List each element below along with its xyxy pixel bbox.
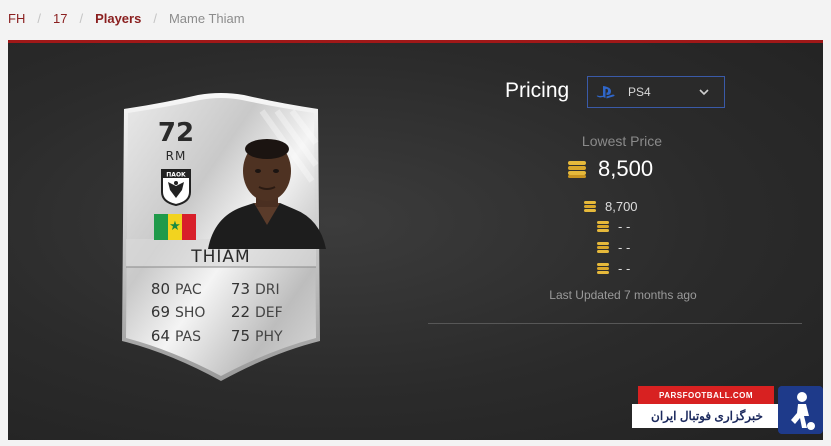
breadcrumb-separator: / xyxy=(37,10,41,26)
player-card: 72 RM ΠΑΟΚ ★ THIAM 80 PAC 73 DRI 69 SHO … xyxy=(112,91,330,383)
player-panel: 72 RM ΠΑΟΚ ★ THIAM 80 PAC 73 DRI 69 SHO … xyxy=(8,40,823,440)
coins-icon xyxy=(584,201,596,212)
breadcrumb: FH / 17 / Players / Mame Thiam xyxy=(0,0,831,36)
platform-label: PS4 xyxy=(628,85,651,99)
platform-select[interactable]: PS4 xyxy=(587,76,725,108)
player-photo xyxy=(208,139,326,249)
card-stats: 80 PAC 73 DRI 69 SHO 22 DEF 64 PAS 75 PHY xyxy=(144,277,304,348)
lowest-price: 8,500 xyxy=(566,156,653,182)
lowest-price-value: 8,500 xyxy=(598,156,654,181)
paok-crest-icon: ΠΑΟΚ xyxy=(161,169,191,206)
card-rating: 72 xyxy=(157,118,195,148)
card-position: RM xyxy=(165,149,187,163)
svg-text:ΠΑΟΚ: ΠΑΟΚ xyxy=(166,172,186,179)
pricing-title: Pricing xyxy=(505,79,570,102)
last-updated: Last Updated 7 months ago xyxy=(549,288,697,302)
card-player-name: THIAM xyxy=(191,247,251,267)
watermark-site: PARSFOOTBALL.COM xyxy=(638,386,774,404)
coins-icon xyxy=(597,221,609,232)
stat-pas: 64 PAS xyxy=(150,326,202,345)
coins-icon xyxy=(597,242,609,253)
stat-dri: 73 DRI xyxy=(230,279,280,298)
nation-flag: ★ xyxy=(154,214,196,240)
chevron-down-icon xyxy=(699,89,709,96)
coins-icon xyxy=(568,161,586,178)
breadcrumb-separator: / xyxy=(79,10,84,26)
stat-def: 22 DEF xyxy=(230,303,283,322)
stat-phy: 75 PHY xyxy=(230,326,283,345)
breadcrumb-separator: / xyxy=(153,10,157,26)
coins-icon xyxy=(597,263,609,274)
breadcrumb-current: Mame Thiam xyxy=(168,10,245,26)
stat-pac: 80 PAC xyxy=(150,279,202,298)
breadcrumb-link-17[interactable]: 17 xyxy=(53,11,67,26)
star-icon: ★ xyxy=(169,218,181,233)
watermark: PARSFOOTBALL.COM خبرگزاری فوتبال ایران xyxy=(632,386,823,440)
breadcrumb-link-players[interactable]: Players xyxy=(95,11,141,26)
stat-sho: 69 SHO xyxy=(150,303,206,322)
breadcrumb-link-fh[interactable]: FH xyxy=(8,11,25,26)
alt-price-2: - - xyxy=(596,219,630,234)
lowest-price-label: Lowest Price xyxy=(581,133,663,149)
alt-price-4: - - xyxy=(596,261,630,276)
watermark-logo xyxy=(778,386,823,434)
playstation-icon xyxy=(596,86,615,99)
alt-price-3: - - xyxy=(596,240,630,255)
watermark-tagline: خبرگزاری فوتبال ایران xyxy=(632,404,782,428)
alt-price-1: 8,700 xyxy=(583,199,638,214)
divider xyxy=(428,323,802,324)
